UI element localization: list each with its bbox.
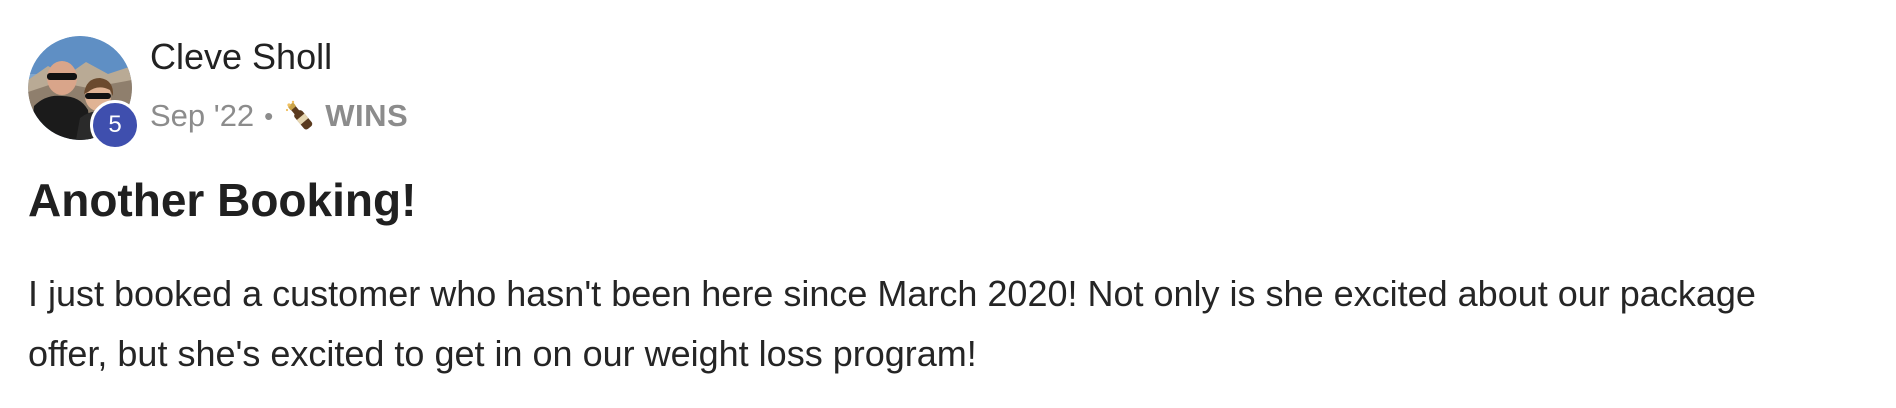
post-body: I just booked a customer who hasn't been… xyxy=(28,273,1756,374)
post-card: 5 Cleve Sholl Sep '22 • WINS Another Boo… xyxy=(0,0,1896,408)
post-meta: Sep '22 • WINS xyxy=(150,96,408,136)
champagne-bottle-icon xyxy=(286,100,313,130)
level-badge: 5 xyxy=(90,100,140,150)
post-title[interactable]: Another Booking! xyxy=(28,172,416,228)
author-name[interactable]: Cleve Sholl xyxy=(150,36,332,78)
post-date[interactable]: Sep '22 xyxy=(150,98,254,134)
category-label[interactable]: WINS xyxy=(325,98,408,134)
author-avatar[interactable]: 5 xyxy=(28,36,140,150)
meta-separator: • xyxy=(264,100,274,131)
post-header: 5 Cleve Sholl Sep '22 • WINS xyxy=(28,34,628,154)
